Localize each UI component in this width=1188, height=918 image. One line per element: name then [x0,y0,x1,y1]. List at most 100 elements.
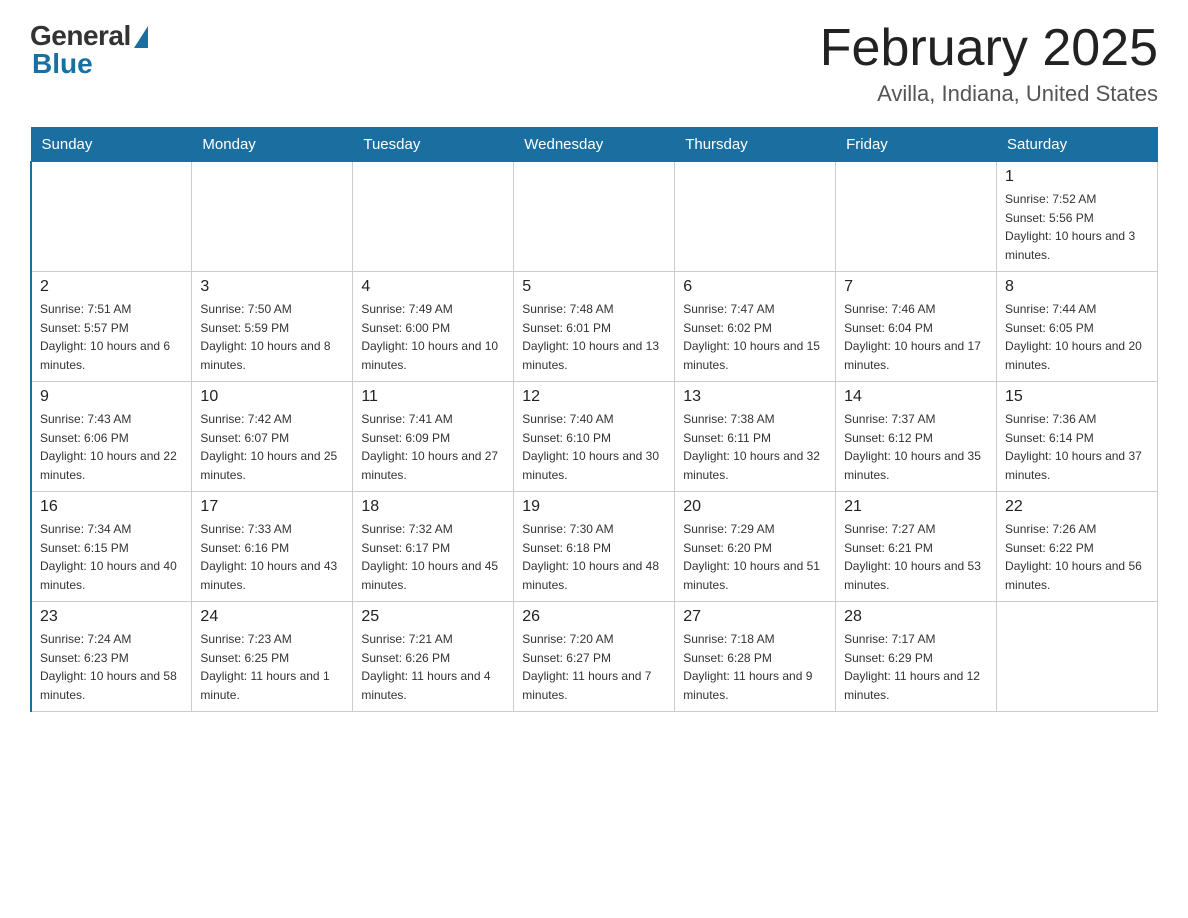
logo: General Blue [30,20,148,80]
day-info: Sunrise: 7:23 AM Sunset: 6:25 PM Dayligh… [200,630,344,704]
calendar-week-row: 23 Sunrise: 7:24 AM Sunset: 6:23 PM Dayli… [31,602,1158,712]
calendar-cell [31,162,192,272]
calendar-cell: 4Sunrise: 7:49 AM Sunset: 6:00 PM Daylig… [353,272,514,382]
day-of-week-header: Wednesday [514,128,675,162]
calendar-cell: 9Sunrise: 7:43 AM Sunset: 6:06 PM Daylig… [31,382,192,492]
day-number: 17 [200,498,344,516]
calendar-cell [836,162,997,272]
day-info: Sunrise: 7:43 AM Sunset: 6:06 PM Dayligh… [40,410,183,484]
day-of-week-header: Saturday [997,128,1158,162]
calendar-cell: 17 Sunrise: 7:33 AM Sunset: 6:16 PM Dayli… [192,492,353,602]
calendar-cell: 13 Sunrise: 7:38 AM Sunset: 6:11 PM Dayli… [675,382,836,492]
day-info: Sunrise: 7:32 AM Sunset: 6:17 PM Dayligh… [361,520,505,594]
day-number: 22 [1005,498,1149,516]
day-number: 21 [844,498,988,516]
day-number: 28 [844,608,988,626]
day-info: Sunrise: 7:26 AM Sunset: 6:22 PM Dayligh… [1005,520,1149,594]
day-info: Sunrise: 7:48 AM Sunset: 6:01 PM Dayligh… [522,300,666,374]
calendar-cell: 22 Sunrise: 7:26 AM Sunset: 6:22 PM Dayli… [997,492,1158,602]
day-info: Sunrise: 7:38 AM Sunset: 6:11 PM Dayligh… [683,410,827,484]
calendar-cell: 23 Sunrise: 7:24 AM Sunset: 6:23 PM Dayli… [31,602,192,712]
calendar-cell: 21 Sunrise: 7:27 AM Sunset: 6:21 PM Dayli… [836,492,997,602]
day-number: 1 [1005,168,1149,186]
calendar-subtitle: Avilla, Indiana, United States [820,81,1158,107]
day-info: Sunrise: 7:21 AM Sunset: 6:26 PM Dayligh… [361,630,505,704]
calendar-title: February 2025 [820,20,1158,77]
day-info: Sunrise: 7:41 AM Sunset: 6:09 PM Dayligh… [361,410,505,484]
calendar-body: 1 Sunrise: 7:52 AM Sunset: 5:56 PM Daylig… [31,162,1158,712]
day-info: Sunrise: 7:27 AM Sunset: 6:21 PM Dayligh… [844,520,988,594]
calendar-cell [675,162,836,272]
day-number: 26 [522,608,666,626]
day-info: Sunrise: 7:36 AM Sunset: 6:14 PM Dayligh… [1005,410,1149,484]
calendar-cell: 8 Sunrise: 7:44 AM Sunset: 6:05 PM Daylig… [997,272,1158,382]
calendar-cell [353,162,514,272]
day-number: 13 [683,388,827,406]
calendar-cell: 28 Sunrise: 7:17 AM Sunset: 6:29 PM Dayli… [836,602,997,712]
calendar-week-row: 9Sunrise: 7:43 AM Sunset: 6:06 PM Daylig… [31,382,1158,492]
header: General Blue February 2025 Avilla, India… [30,20,1158,107]
day-of-week-header: Thursday [675,128,836,162]
day-info: Sunrise: 7:44 AM Sunset: 6:05 PM Dayligh… [1005,300,1149,374]
calendar-cell: 20Sunrise: 7:29 AM Sunset: 6:20 PM Dayli… [675,492,836,602]
calendar-cell: 18 Sunrise: 7:32 AM Sunset: 6:17 PM Dayli… [353,492,514,602]
calendar-week-row: 1 Sunrise: 7:52 AM Sunset: 5:56 PM Daylig… [31,162,1158,272]
title-section: February 2025 Avilla, Indiana, United St… [820,20,1158,107]
day-info: Sunrise: 7:46 AM Sunset: 6:04 PM Dayligh… [844,300,988,374]
calendar-cell [514,162,675,272]
day-info: Sunrise: 7:18 AM Sunset: 6:28 PM Dayligh… [683,630,827,704]
day-number: 3 [200,278,344,296]
day-number: 10 [200,388,344,406]
calendar-cell: 5 Sunrise: 7:48 AM Sunset: 6:01 PM Daylig… [514,272,675,382]
day-info: Sunrise: 7:42 AM Sunset: 6:07 PM Dayligh… [200,410,344,484]
day-number: 20 [683,498,827,516]
calendar-cell: 19 Sunrise: 7:30 AM Sunset: 6:18 PM Dayli… [514,492,675,602]
calendar-cell: 1 Sunrise: 7:52 AM Sunset: 5:56 PM Daylig… [997,162,1158,272]
day-number: 5 [522,278,666,296]
days-of-week-row: SundayMondayTuesdayWednesdayThursdayFrid… [31,128,1158,162]
day-of-week-header: Monday [192,128,353,162]
logo-blue-text: Blue [32,48,93,80]
calendar-cell [192,162,353,272]
day-info: Sunrise: 7:30 AM Sunset: 6:18 PM Dayligh… [522,520,666,594]
calendar-cell: 2 Sunrise: 7:51 AM Sunset: 5:57 PM Daylig… [31,272,192,382]
calendar-cell: 14 Sunrise: 7:37 AM Sunset: 6:12 PM Dayli… [836,382,997,492]
day-info: Sunrise: 7:52 AM Sunset: 5:56 PM Dayligh… [1005,190,1149,264]
day-of-week-header: Friday [836,128,997,162]
day-info: Sunrise: 7:24 AM Sunset: 6:23 PM Dayligh… [40,630,183,704]
day-number: 2 [40,278,183,296]
day-of-week-header: Tuesday [353,128,514,162]
day-number: 8 [1005,278,1149,296]
day-info: Sunrise: 7:17 AM Sunset: 6:29 PM Dayligh… [844,630,988,704]
day-number: 11 [361,388,505,406]
day-number: 18 [361,498,505,516]
calendar-week-row: 2 Sunrise: 7:51 AM Sunset: 5:57 PM Daylig… [31,272,1158,382]
day-number: 16 [40,498,183,516]
calendar-cell: 11 Sunrise: 7:41 AM Sunset: 6:09 PM Dayli… [353,382,514,492]
day-info: Sunrise: 7:49 AM Sunset: 6:00 PM Dayligh… [361,300,505,374]
day-info: Sunrise: 7:33 AM Sunset: 6:16 PM Dayligh… [200,520,344,594]
calendar-cell: 25 Sunrise: 7:21 AM Sunset: 6:26 PM Dayli… [353,602,514,712]
day-info: Sunrise: 7:34 AM Sunset: 6:15 PM Dayligh… [40,520,183,594]
day-info: Sunrise: 7:20 AM Sunset: 6:27 PM Dayligh… [522,630,666,704]
calendar-cell: 26 Sunrise: 7:20 AM Sunset: 6:27 PM Dayli… [514,602,675,712]
day-of-week-header: Sunday [31,128,192,162]
day-number: 23 [40,608,183,626]
day-number: 15 [1005,388,1149,406]
day-number: 19 [522,498,666,516]
day-info: Sunrise: 7:40 AM Sunset: 6:10 PM Dayligh… [522,410,666,484]
day-number: 14 [844,388,988,406]
day-number: 24 [200,608,344,626]
day-number: 12 [522,388,666,406]
day-number: 25 [361,608,505,626]
calendar-week-row: 16 Sunrise: 7:34 AM Sunset: 6:15 PM Dayli… [31,492,1158,602]
calendar-table: SundayMondayTuesdayWednesdayThursdayFrid… [30,127,1158,712]
calendar-cell: 12 Sunrise: 7:40 AM Sunset: 6:10 PM Dayli… [514,382,675,492]
calendar-cell: 27Sunrise: 7:18 AM Sunset: 6:28 PM Dayli… [675,602,836,712]
calendar-cell: 7Sunrise: 7:46 AM Sunset: 6:04 PM Daylig… [836,272,997,382]
day-info: Sunrise: 7:50 AM Sunset: 5:59 PM Dayligh… [200,300,344,374]
calendar-header: SundayMondayTuesdayWednesdayThursdayFrid… [31,128,1158,162]
day-info: Sunrise: 7:51 AM Sunset: 5:57 PM Dayligh… [40,300,183,374]
day-info: Sunrise: 7:37 AM Sunset: 6:12 PM Dayligh… [844,410,988,484]
day-number: 6 [683,278,827,296]
